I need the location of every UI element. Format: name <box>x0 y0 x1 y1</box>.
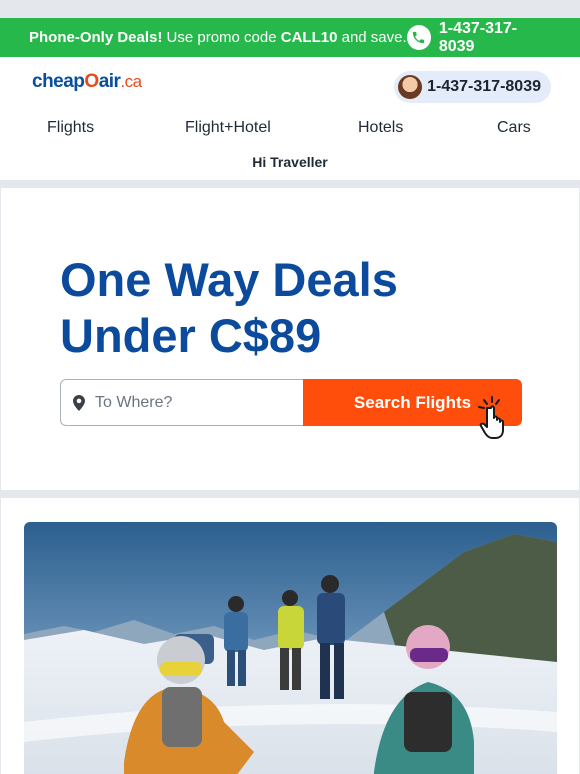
promo-text: Phone-Only Deals! Use promo code CALL10 … <box>29 29 407 46</box>
promo-code: CALL10 <box>280 29 338 46</box>
nav-flights[interactable]: Flights <box>47 119 94 137</box>
cheapoair-logo[interactable]: cheapOair.ca <box>32 71 142 93</box>
promo-phone-link[interactable]: 1-437-317-8039 <box>406 19 549 56</box>
skiers-hero-image[interactable] <box>24 522 557 774</box>
promo-phone-number: 1-437-317-8039 <box>438 19 518 55</box>
destination-input[interactable]: To Where? <box>60 379 303 426</box>
agent-avatar <box>398 75 423 99</box>
nav-hotels[interactable]: Hotels <box>358 119 403 137</box>
logo-o: O <box>84 71 99 92</box>
site-header: cheapOair.ca 1-437-317-8039 Flights Flig… <box>0 57 580 180</box>
map-pin-icon <box>73 394 85 411</box>
phone-icon <box>406 25 431 50</box>
hero-title-line1: One Way Deals <box>60 253 398 306</box>
search-flights-label: Search Flights <box>353 392 472 412</box>
nav-flight-hotel[interactable]: Flight+Hotel <box>185 119 271 137</box>
hand-cursor-icon <box>478 396 504 439</box>
destination-placeholder: To Where? <box>95 393 173 411</box>
promo-bold: Phone-Only Deals! <box>29 29 163 46</box>
hero-title-line2: Under C$89 <box>60 309 322 362</box>
section-divider-2 <box>0 490 580 498</box>
hero-title: One Way Deals Under C$89 <box>60 252 398 364</box>
logo-tld: .ca <box>120 72 142 91</box>
search-flights-button[interactable]: Search Flights <box>303 379 522 439</box>
search-bar: To Where? Search Flights <box>60 379 522 439</box>
logo-air: air <box>98 71 121 92</box>
hero-section: One Way Deals Under C$89 To Where? Searc… <box>1 188 579 490</box>
photo-section <box>1 498 579 774</box>
agent-phone-number: 1-437-317-8039 <box>427 78 541 95</box>
promo-banner[interactable]: Phone-Only Deals! Use promo code CALL10 … <box>0 18 580 57</box>
agent-phone-button[interactable]: 1-437-317-8039 <box>394 71 551 103</box>
logo-cheap: cheap <box>32 71 85 92</box>
promo-tail: and save. <box>337 29 407 46</box>
nav-cars[interactable]: Cars <box>497 119 531 137</box>
top-spacer <box>0 0 580 18</box>
main-nav: Flights Flight+Hotel Hotels Cars <box>0 119 580 143</box>
greeting: Hi Traveller <box>252 154 328 170</box>
promo-mid: Use promo code <box>162 29 281 46</box>
section-divider <box>0 180 580 188</box>
